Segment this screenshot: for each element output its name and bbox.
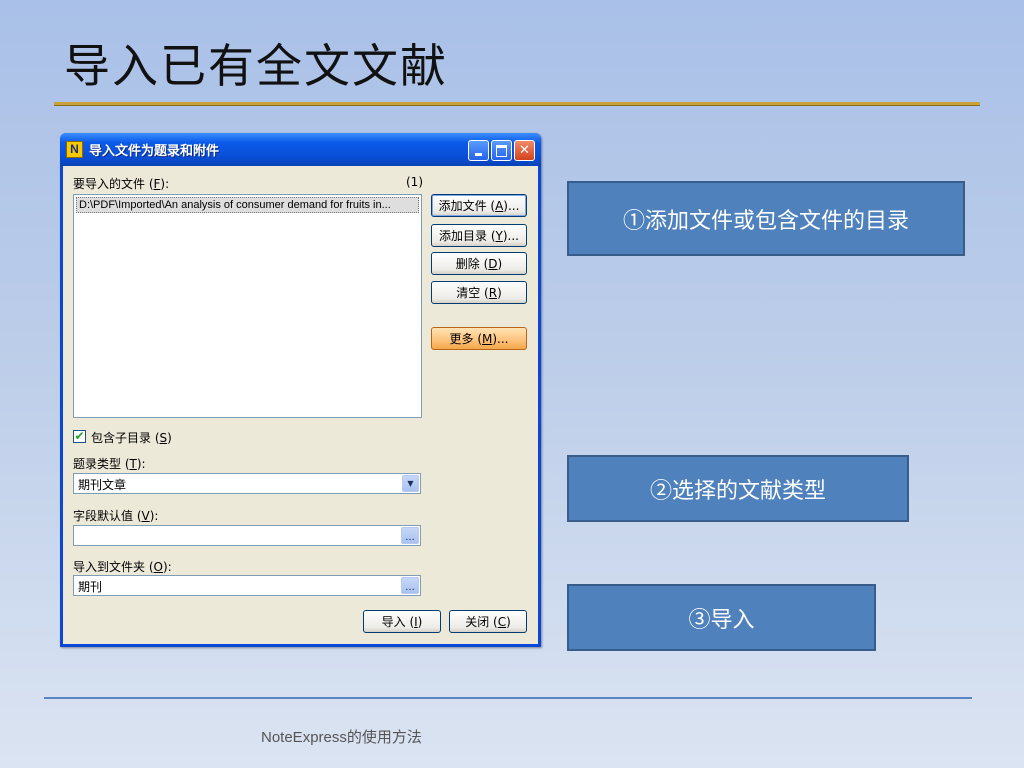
dialog-titlebar[interactable]: N 导入文件为题录和附件 ✕ xyxy=(60,133,541,166)
callout-step3: ③导入 xyxy=(567,584,876,651)
file-count: (1) xyxy=(406,175,423,189)
import-button[interactable]: 导入 (I) xyxy=(363,610,441,633)
maximize-icon xyxy=(496,144,507,157)
record-type-select[interactable]: 期刊文章 ▼ xyxy=(73,473,421,494)
import-folder-browse-button[interactable]: ... xyxy=(401,577,419,594)
field-default-browse-button[interactable]: ... xyxy=(401,527,419,544)
field-default-input[interactable]: ... xyxy=(73,525,421,546)
import-folder-input[interactable]: 期刊 ... xyxy=(73,575,421,596)
import-folder-value: 期刊 xyxy=(78,580,103,594)
footer-divider xyxy=(44,697,972,699)
record-type-label: 题录类型 (T): xyxy=(73,457,146,471)
file-list[interactable]: D:\PDF\Imported\An analysis of consumer … xyxy=(73,194,422,418)
slide-title: 导入已有全文文献 xyxy=(64,39,448,93)
more-button[interactable]: 更多 (M)... xyxy=(431,327,527,350)
record-type-value: 期刊文章 xyxy=(78,478,127,492)
minimize-button[interactable] xyxy=(468,140,489,161)
minimize-icon xyxy=(475,153,482,156)
clear-button[interactable]: 清空 (R) xyxy=(431,281,527,304)
noteexpress-app-icon: N xyxy=(66,141,83,158)
callout-step2: ②选择的文献类型 xyxy=(567,455,909,522)
import-dialog: N 导入文件为题录和附件 ✕ 要导入的文件 (F): (1) D:\PDF\Im… xyxy=(60,133,541,647)
maximize-button[interactable] xyxy=(491,140,512,161)
dropdown-arrow-icon[interactable]: ▼ xyxy=(402,475,419,492)
add-file-button[interactable]: 添加文件 (A)... xyxy=(431,194,527,217)
files-label: 要导入的文件 (F): xyxy=(73,177,170,191)
dialog-body: 要导入的文件 (F): (1) D:\PDF\Imported\An analy… xyxy=(63,166,538,644)
close-window-button[interactable]: ✕ xyxy=(514,140,535,161)
include-subdirs-label[interactable]: 包含子目录 (S) xyxy=(91,429,172,446)
delete-button[interactable]: 删除 (D) xyxy=(431,252,527,275)
footer-text: NoteExpress的使用方法 xyxy=(261,729,422,746)
field-default-label: 字段默认值 (V): xyxy=(73,509,159,523)
callout-step1: ①添加文件或包含文件的目录 xyxy=(567,181,965,256)
file-list-item[interactable]: D:\PDF\Imported\An analysis of consumer … xyxy=(76,197,419,213)
close-icon: ✕ xyxy=(519,143,530,158)
checkmark-icon: ✔ xyxy=(74,429,85,443)
dialog-title: 导入文件为题录和附件 xyxy=(89,144,220,159)
close-dialog-button[interactable]: 关闭 (C) xyxy=(449,610,527,633)
title-divider xyxy=(54,102,980,106)
add-directory-button[interactable]: 添加目录 (Y)... xyxy=(431,224,527,247)
include-subdirs-checkbox[interactable]: ✔ xyxy=(73,430,86,443)
import-folder-label: 导入到文件夹 (O): xyxy=(73,560,172,574)
